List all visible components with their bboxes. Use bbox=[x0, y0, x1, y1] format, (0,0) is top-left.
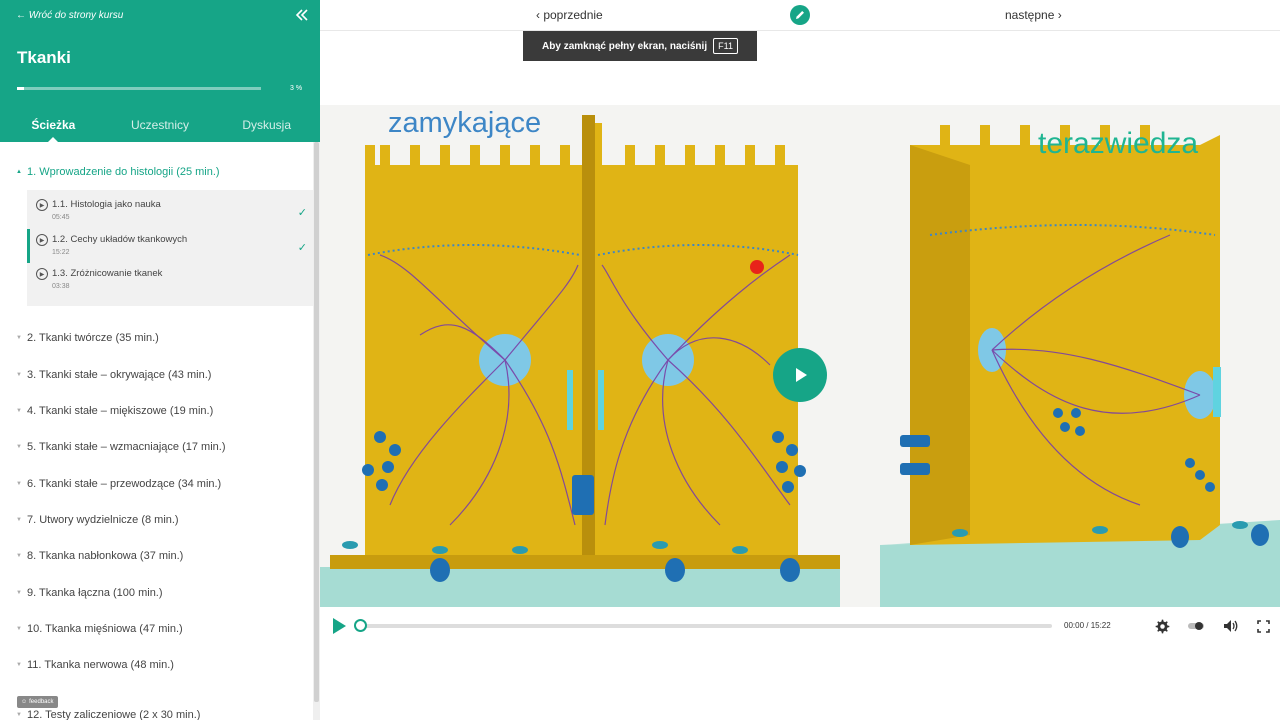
lesson-1-3[interactable]: ▶ 1.3. Zróżnicowanie tkanek 03:38 bbox=[27, 263, 313, 297]
section-9[interactable]: ▼ 9. Tkanka łączna (100 min.) bbox=[16, 587, 163, 599]
collapse-sidebar-button[interactable] bbox=[292, 5, 312, 25]
triangle-down-icon: ▼ bbox=[16, 662, 22, 668]
course-sidebar: ← Wróć do strony kursu Tkanki 3 % Ścieżk… bbox=[0, 0, 320, 720]
video-play-button[interactable] bbox=[773, 348, 827, 402]
tab-dyskusja[interactable]: Dyskusja bbox=[213, 108, 320, 142]
gear-icon bbox=[1155, 619, 1169, 633]
play-circle-icon: ▶ bbox=[36, 268, 48, 280]
section-3[interactable]: ▼ 3. Tkanki stałe – okrywające (43 min.) bbox=[16, 369, 211, 381]
tab-uczestnicy[interactable]: Uczestnicy bbox=[107, 108, 214, 142]
fullscreen-exit-toast: Aby zamknąć pełny ekran, naciśnij F11 bbox=[523, 31, 757, 61]
tab-sciezka[interactable]: Ścieżka bbox=[0, 108, 107, 143]
section-8[interactable]: ▼ 8. Tkanka nabłonkowa (37 min.) bbox=[16, 550, 183, 562]
section-12[interactable]: ▼ 12. Testy zaliczeniowe (2 x 30 min.) bbox=[16, 709, 200, 720]
triangle-down-icon: ▼ bbox=[16, 372, 22, 378]
quality-toggle[interactable] bbox=[1187, 617, 1205, 635]
section-11[interactable]: ▼ 11. Tkanka nerwowa (48 min.) bbox=[16, 659, 174, 671]
section-4[interactable]: ▼ 4. Tkanki stałe – miękiszowe (19 min.) bbox=[16, 405, 213, 417]
toggle-icon bbox=[1188, 622, 1204, 630]
lesson-1-1[interactable]: ▶ 1.1. Histologia jako nauka 05:45 ✓ bbox=[27, 194, 313, 228]
triangle-down-icon: ▼ bbox=[16, 626, 22, 632]
volume-button[interactable] bbox=[1222, 617, 1240, 635]
section-title: 11. Tkanka nerwowa (48 min.) bbox=[27, 659, 174, 671]
lesson-navigation: ‹ poprzednie następne › bbox=[320, 0, 1280, 31]
lesson-title: 1.1. Histologia jako nauka bbox=[52, 199, 161, 210]
play-icon bbox=[796, 368, 807, 382]
fullscreen-icon bbox=[1256, 619, 1270, 633]
play-circle-icon: ▶ bbox=[36, 199, 48, 211]
section-title: 6. Tkanki stałe – przewodzące (34 min.) bbox=[27, 478, 222, 490]
play-icon bbox=[333, 618, 346, 634]
section-10[interactable]: ▼ 10. Tkanka mięśniowa (47 min.) bbox=[16, 623, 183, 635]
section-title: 3. Tkanki stałe – okrywające (43 min.) bbox=[27, 369, 212, 381]
section-title: 9. Tkanka łączna (100 min.) bbox=[27, 587, 163, 599]
section-5[interactable]: ▼ 5. Tkanki stałe – wzmacniające (17 min.… bbox=[16, 441, 226, 453]
section-title: 8. Tkanka nabłonkowa (37 min.) bbox=[27, 550, 184, 562]
triangle-down-icon: ▼ bbox=[16, 444, 22, 450]
section-title: 12. Testy zaliczeniowe (2 x 30 min.) bbox=[27, 709, 201, 720]
play-circle-icon: ▶ bbox=[36, 234, 48, 246]
sidebar-scrollbar[interactable] bbox=[313, 142, 320, 720]
sidebar-scrollbar-thumb[interactable] bbox=[314, 142, 319, 702]
control-play-button[interactable] bbox=[331, 617, 347, 640]
lesson-duration: 03:38 bbox=[52, 283, 70, 290]
section-2[interactable]: ▼ 2. Tkanki twórcze (35 min.) bbox=[16, 332, 159, 344]
edit-notes-button[interactable] bbox=[790, 5, 810, 25]
section-title: 1. Wprowadzenie do histologii (25 min.) bbox=[27, 166, 220, 178]
seek-knob[interactable] bbox=[354, 619, 367, 632]
section-1-toggle[interactable]: ▲ 1. Wprowadzenie do histologii (25 min.… bbox=[16, 166, 220, 178]
back-to-course-link[interactable]: ← Wróć do strony kursu bbox=[16, 10, 123, 21]
section-title: 5. Tkanki stałe – wzmacniające (17 min.) bbox=[27, 441, 226, 453]
fullscreen-button[interactable] bbox=[1254, 617, 1272, 635]
course-progress-bar bbox=[17, 87, 261, 90]
sidebar-header: ← Wróć do strony kursu Tkanki 3 % Ścieżk… bbox=[0, 0, 320, 143]
section-7[interactable]: ▼ 7. Utwory wydzielnicze (8 min.) bbox=[16, 514, 179, 526]
check-icon: ✓ bbox=[297, 207, 307, 219]
speaker-icon bbox=[1224, 620, 1238, 632]
section-title: 4. Tkanki stałe – miękiszowe (19 min.) bbox=[27, 405, 214, 417]
triangle-down-icon: ▼ bbox=[16, 553, 22, 559]
triangle-down-icon: ▼ bbox=[16, 590, 22, 596]
watermark-left-text: zamykające bbox=[388, 107, 542, 139]
section-title: 2. Tkanki twórcze (35 min.) bbox=[27, 332, 159, 344]
lesson-title: 1.2. Cechy układów tkankowych bbox=[52, 234, 188, 245]
lesson-duration: 05:45 bbox=[52, 214, 70, 221]
video-controls: 00:00 / 15:22 bbox=[320, 607, 1280, 645]
lesson-duration: 15:22 bbox=[52, 249, 70, 256]
course-progress-fill bbox=[17, 87, 25, 90]
triangle-down-icon: ▼ bbox=[16, 335, 22, 341]
check-icon: ✓ bbox=[297, 242, 307, 254]
triangle-down-icon: ▼ bbox=[16, 712, 22, 718]
feedback-label: feedback bbox=[29, 699, 54, 705]
lesson-list: ▶ 1.1. Histologia jako nauka 05:45 ✓ ▶ 1… bbox=[27, 190, 313, 306]
double-chevron-left-icon bbox=[295, 9, 308, 21]
triangle-down-icon: ▼ bbox=[16, 481, 22, 487]
app: ← Wróć do strony kursu Tkanki 3 % Ścieżk… bbox=[0, 0, 1280, 720]
triangle-down-icon: ▼ bbox=[16, 517, 22, 523]
feedback-button[interactable]: ☺ feedback bbox=[17, 696, 58, 708]
watermark-brand: terazwiedza bbox=[1038, 127, 1199, 160]
video-player[interactable]: zamykające terazwiedza bbox=[320, 105, 1280, 607]
seek-bar[interactable] bbox=[354, 619, 1052, 632]
next-lesson-link[interactable]: następne › bbox=[1005, 8, 1062, 22]
triangle-down-icon: ▼ bbox=[16, 408, 22, 414]
section-title: 10. Tkanka mięśniowa (47 min.) bbox=[27, 623, 183, 635]
toast-text: Aby zamknąć pełny ekran, naciśnij bbox=[542, 40, 708, 52]
section-title: 7. Utwory wydzielnicze (8 min.) bbox=[27, 514, 179, 526]
sidebar-tabs: Ścieżka Uczestnicy Dyskusja bbox=[0, 108, 320, 143]
feedback-icon: ☺ bbox=[21, 699, 28, 705]
course-progress-label: 3 % bbox=[290, 85, 303, 92]
triangle-up-icon: ▲ bbox=[16, 169, 22, 175]
time-readout: 00:00 / 15:22 bbox=[1064, 621, 1111, 630]
section-6[interactable]: ▼ 6. Tkanki stałe – przewodzące (34 min.) bbox=[16, 478, 221, 490]
settings-button[interactable] bbox=[1153, 617, 1171, 635]
previous-lesson-link[interactable]: ‹ poprzednie bbox=[536, 8, 603, 22]
lesson-title: 1.3. Zróżnicowanie tkanek bbox=[52, 268, 163, 279]
toast-key: F11 bbox=[713, 38, 738, 54]
course-title: Tkanki bbox=[17, 48, 71, 67]
pencil-icon bbox=[796, 11, 804, 19]
lesson-1-2[interactable]: ▶ 1.2. Cechy układów tkankowych 15:22 ✓ bbox=[27, 229, 313, 263]
